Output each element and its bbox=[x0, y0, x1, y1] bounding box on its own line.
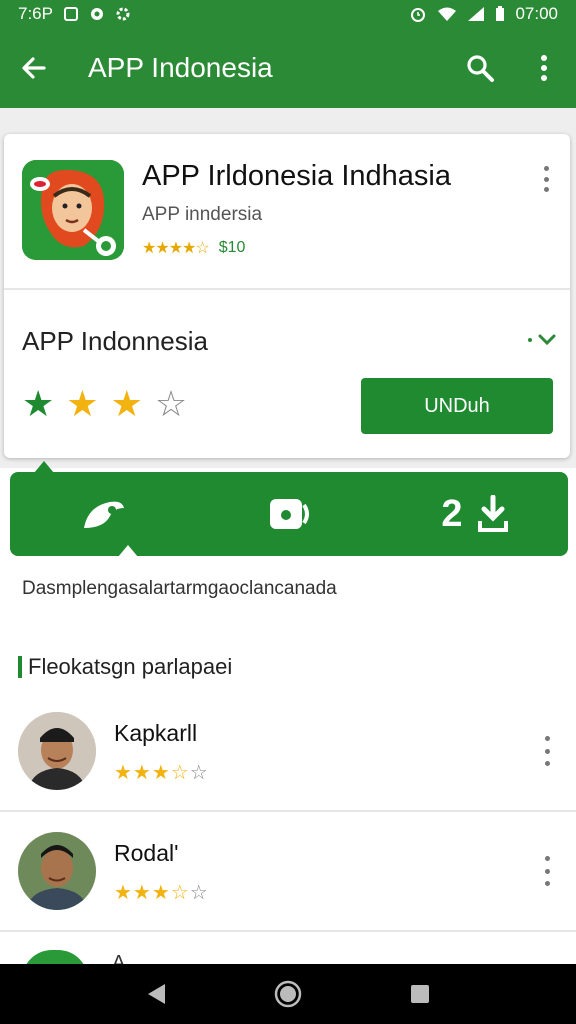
tab-download[interactable]: 2 bbox=[382, 472, 568, 556]
nav-recents-button[interactable] bbox=[390, 964, 450, 1024]
signal-icon bbox=[468, 7, 485, 21]
app-rating-stars[interactable]: ★ ★ ★ ☆ bbox=[22, 384, 187, 424]
tab-camera[interactable] bbox=[196, 472, 382, 556]
reviewer-name: Kapkarll bbox=[114, 720, 198, 746]
review-item[interactable]: Kapkarll ★★★☆☆ bbox=[0, 712, 576, 832]
dot-icon bbox=[544, 868, 550, 874]
back-arrow-icon bbox=[22, 57, 46, 79]
search-button[interactable] bbox=[448, 28, 512, 108]
reviewer-name: Rodal' bbox=[114, 840, 179, 866]
tab-bar: 2 bbox=[10, 472, 568, 556]
dot-icon bbox=[544, 856, 550, 861]
status-left-text: 7:6P bbox=[18, 4, 53, 23]
review-rating-stars: ★★★☆☆ bbox=[114, 880, 209, 905]
review-divider bbox=[0, 810, 576, 812]
review-menu-button[interactable] bbox=[542, 736, 552, 766]
search-icon bbox=[467, 55, 494, 82]
nav-home-icon bbox=[274, 980, 302, 1008]
reviews-section-label: Fleokatsgn parlapaei bbox=[28, 654, 233, 679]
dot-icon bbox=[544, 881, 550, 886]
dot-icon bbox=[544, 748, 550, 754]
location-icon bbox=[90, 8, 103, 20]
avatar bbox=[18, 712, 96, 790]
dot-icon bbox=[544, 736, 550, 741]
app-developer[interactable]: APP inndersia bbox=[142, 204, 262, 226]
review-stars-text: ★★★☆ bbox=[114, 762, 190, 784]
star-filled-icon: ★ bbox=[22, 383, 55, 424]
dot-icon bbox=[543, 166, 549, 171]
app-price: $10 bbox=[218, 239, 246, 256]
review-divider bbox=[0, 930, 576, 932]
leaf-icon bbox=[84, 501, 124, 528]
app-name-secondary: APP Indonnesia bbox=[22, 326, 208, 356]
avatar bbox=[18, 832, 96, 910]
nav-home-button[interactable] bbox=[258, 964, 318, 1024]
dot-icon bbox=[528, 338, 532, 342]
status-right: 07:00 bbox=[409, 4, 558, 24]
dot-icon bbox=[544, 761, 550, 766]
nav-back-icon bbox=[148, 984, 165, 1004]
app-bar-title: APP Indonesia bbox=[88, 52, 273, 83]
settings-icon bbox=[116, 7, 130, 21]
wifi-icon bbox=[438, 7, 457, 21]
star-filled-icon: ★ bbox=[66, 383, 99, 424]
install-button[interactable]: UNDuh bbox=[361, 378, 553, 434]
expand-button[interactable] bbox=[516, 328, 556, 352]
review-menu-button[interactable] bbox=[542, 856, 552, 886]
reviews-section-title: Fleokatsgn parlapaei bbox=[18, 654, 232, 680]
app-logo-icon bbox=[22, 160, 124, 260]
app-card: APP Irldonesia Indhasia APP inndersia ★★… bbox=[4, 134, 570, 458]
review-item[interactable]: Rodal' ★★★☆☆ bbox=[0, 832, 576, 952]
card-divider bbox=[4, 288, 570, 290]
star-empty-icon: ☆ bbox=[189, 762, 209, 784]
section-accent-bar bbox=[18, 656, 22, 678]
app-small-rating: ★★★★☆ $10 bbox=[142, 238, 245, 258]
dot-icon bbox=[543, 176, 549, 182]
app-title: APP Irldonesia Indhasia bbox=[142, 160, 452, 192]
reviewer-name-peek: A... bbox=[112, 952, 143, 964]
chevron-down-icon bbox=[538, 334, 556, 346]
back-button[interactable] bbox=[0, 28, 68, 108]
status-bar: 7:6P 07:00 bbox=[0, 0, 576, 28]
small-rating-stars: ★★★★☆ bbox=[142, 240, 210, 257]
alarm-icon bbox=[411, 8, 426, 22]
app-bar: APP Indonesia bbox=[0, 28, 576, 108]
status-time: 07:00 bbox=[515, 4, 558, 23]
battery-icon bbox=[496, 6, 505, 21]
card-menu-button[interactable] bbox=[534, 162, 558, 196]
system-nav-bar bbox=[0, 964, 576, 1024]
camera-icon bbox=[270, 499, 309, 529]
notification-icon bbox=[63, 7, 78, 21]
star-empty-icon: ☆ bbox=[189, 882, 209, 904]
overflow-menu-button[interactable] bbox=[512, 28, 576, 108]
app-description: Dasmplengasalartarmgaoclancanada bbox=[22, 578, 337, 599]
tab-leaf[interactable] bbox=[10, 472, 196, 556]
tab-download-label: 2 bbox=[441, 492, 463, 535]
nav-recents-icon bbox=[411, 985, 429, 1003]
nav-back-button[interactable] bbox=[126, 964, 186, 1024]
review-rating-stars: ★★★☆☆ bbox=[114, 760, 209, 785]
review-stars-text: ★★★☆ bbox=[114, 882, 190, 904]
status-left: 7:6P bbox=[18, 4, 131, 24]
star-filled-icon: ★ bbox=[110, 383, 143, 424]
dot-icon bbox=[543, 187, 549, 192]
star-empty-icon: ☆ bbox=[154, 383, 188, 424]
download-icon bbox=[477, 495, 508, 532]
tab-pointer-bottom bbox=[118, 545, 138, 557]
overflow-menu-icon bbox=[541, 55, 547, 81]
